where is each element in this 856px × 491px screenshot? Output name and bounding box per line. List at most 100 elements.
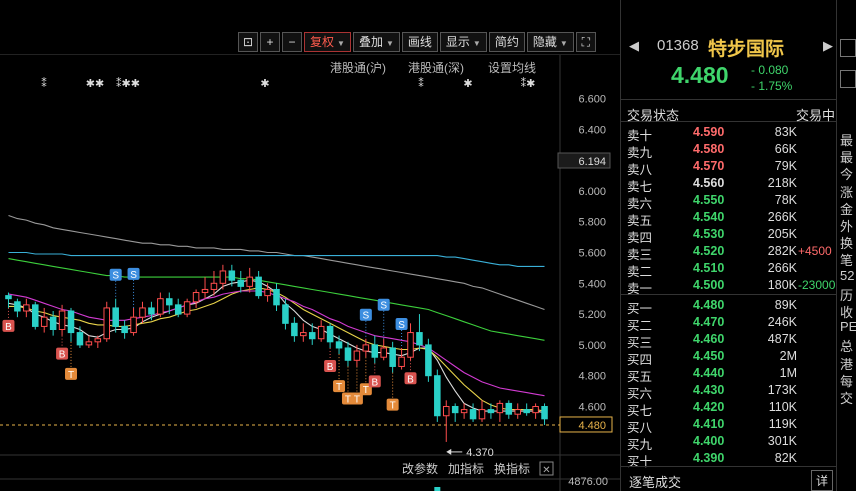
trades-footer: 逐笔成交 详 (621, 466, 837, 491)
asks-row[interactable]: 卖十 4.590 83K (621, 124, 837, 143)
candle-body (478, 409, 486, 420)
trade-marker-label: S (380, 301, 387, 312)
lock-icon[interactable]: ⊡ (238, 32, 258, 52)
level-price: 4.560 (693, 176, 725, 190)
next-stock-icon[interactable]: ▶ (823, 38, 833, 54)
asks-row[interactable]: 卖五 4.540 266K (621, 209, 837, 228)
bids-row[interactable]: 买三 4.460 487K (621, 331, 837, 350)
level-price: 4.460 (693, 332, 725, 346)
stat-label: 52 (840, 267, 855, 283)
toolbar-button-label: 画线 (407, 35, 432, 49)
bids-row[interactable]: 买四 4.450 2M (621, 348, 837, 367)
stat-label: 涨 (840, 184, 854, 200)
star-marker: ⁑✱✱ (116, 77, 140, 90)
level-volume: 173K (767, 383, 797, 397)
orderbook-header: 交易状态 交易中 (621, 102, 837, 123)
level-volume: 89K (774, 298, 797, 312)
tick-trades-label[interactable]: 逐笔成交 (629, 472, 681, 491)
asks-row[interactable]: 卖三 4.520 282K +4500 (621, 243, 837, 262)
candle-body (291, 322, 298, 337)
candle-body (451, 405, 459, 414)
toolbar-buttons: ⊡ + − 复权 ▼ 叠加 ▼ 画线 显示 ▼ 简约 隐藏 ▼ ⛶ (238, 32, 598, 52)
candle-body (210, 282, 218, 290)
candle-body (192, 292, 200, 303)
stock-code: 01368 (657, 37, 699, 54)
stat-label: PE (840, 319, 856, 335)
indicator-action[interactable]: 改参数 (402, 461, 438, 476)
candle-body (228, 270, 236, 281)
star-marker: ✱ (260, 78, 269, 90)
candle-body (40, 316, 48, 327)
asks-row[interactable]: 卖四 4.530 205K (621, 226, 837, 245)
candle-body (317, 325, 325, 340)
strip-button[interactable] (840, 39, 856, 57)
trade-marker-label: B (59, 350, 66, 361)
toolbar-button-8[interactable]: 隐藏 ▼ (526, 32, 574, 52)
kline-svg[interactable]: ⁑✱✱⁑✱✱✱⁑✱⁑✱6.6006.4006.2006.0005.8005.60… (0, 55, 620, 491)
trade-marker-label: S (363, 311, 370, 322)
volume-bar (434, 487, 441, 491)
stat-label: 外 (840, 219, 854, 234)
trade-marker-label: B (5, 322, 12, 333)
level-price: 4.550 (693, 193, 725, 207)
candle-body (496, 402, 504, 414)
star-marker: ✱ (463, 78, 472, 90)
bids-row[interactable]: 买五 4.440 1M (621, 365, 837, 384)
level-price: 4.430 (693, 383, 725, 397)
candle-body (460, 409, 468, 414)
trade-status-value: 交易中 (795, 108, 835, 123)
candle-body (183, 301, 191, 315)
level-price: 4.500 (693, 278, 725, 292)
y-tick-label: 6.400 (578, 124, 606, 136)
bids-row[interactable]: 买七 4.420 110K (621, 399, 837, 418)
indicator-action[interactable]: 换指标 (494, 461, 530, 476)
level-volume: 205K (767, 227, 797, 241)
candle-body (344, 347, 352, 361)
asks-row[interactable]: 卖九 4.580 66K (621, 141, 837, 160)
asks-row[interactable]: 卖二 4.510 266K (621, 260, 837, 279)
trade-marker-label: T (345, 394, 351, 405)
detail-button[interactable]: 详 (810, 470, 833, 491)
bids-row[interactable]: 买一 4.480 89K (621, 297, 837, 316)
toolbar-button-5[interactable]: 画线 (401, 32, 438, 52)
asks-row[interactable]: 卖一 4.500 180K -23000 (621, 277, 837, 296)
level-volume: 79K (774, 159, 797, 173)
bids-row[interactable]: 买十 4.390 82K (621, 450, 837, 469)
plus-icon[interactable]: + (260, 32, 280, 52)
kline-chart[interactable]: ⁑✱✱⁑✱✱✱⁑✱⁑✱6.6006.4006.2006.0005.8005.60… (0, 55, 620, 491)
strip-button[interactable] (840, 70, 856, 88)
toolbar-button-6[interactable]: 显示 ▼ (439, 32, 487, 52)
asks-row[interactable]: 卖六 4.550 78K (621, 192, 837, 211)
level-volume: 2M (779, 349, 797, 363)
level-price: 4.580 (693, 142, 725, 156)
stat-label: 今 (840, 167, 854, 183)
toolbar-button-label: 简约 (494, 35, 519, 49)
level-volume: 82K (774, 451, 797, 465)
bids-row[interactable]: 买八 4.410 119K (621, 416, 837, 435)
fullscreen-icon[interactable]: ⛶ (575, 32, 596, 52)
low-annotation-value: 4.370 (466, 447, 494, 459)
stock-name: 特步国际 (708, 39, 785, 60)
asks-row[interactable]: 卖七 4.560 218K (621, 175, 837, 194)
toolbar-button-4[interactable]: 叠加 ▼ (352, 32, 400, 52)
stat-label: 最 (840, 150, 854, 166)
bids-row[interactable]: 买九 4.400 301K (621, 433, 837, 452)
toolbar-button-3[interactable]: 复权 ▼ (304, 32, 351, 52)
candle-body (282, 304, 289, 324)
candle-body (264, 288, 271, 297)
stat-label: 笔 (840, 253, 854, 269)
caret-down-icon: ▼ (559, 39, 568, 48)
asks-row[interactable]: 卖八 4.570 79K (621, 158, 837, 177)
stat-label: 金 (840, 201, 854, 217)
stat-label: 交 (840, 391, 854, 406)
quote-header: ◀ 01368 特步国际 ▶ 4.480 - 0.080 - 1.75% (621, 0, 837, 100)
bids-row[interactable]: 买二 4.470 246K (621, 314, 837, 333)
low-annotation-arrowhead (446, 448, 452, 455)
indicator-action[interactable]: 加指标 (448, 461, 484, 476)
prev-stock-icon[interactable]: ◀ (629, 38, 639, 54)
trade-marker-label: S (398, 320, 405, 331)
minus-icon[interactable]: − (282, 32, 302, 52)
level-volume: 119K (768, 417, 797, 431)
bids-row[interactable]: 买六 4.430 173K (621, 382, 837, 401)
toolbar-button-7[interactable]: 简约 (488, 32, 525, 52)
